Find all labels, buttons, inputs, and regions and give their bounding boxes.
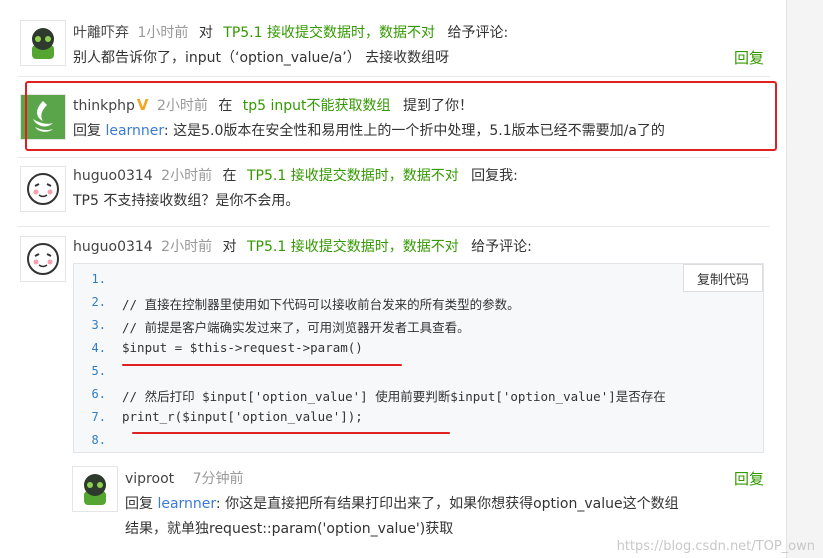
copy-code-button[interactable]: 复制代码 (683, 264, 763, 292)
avatar[interactable] (20, 236, 66, 282)
reply-prefix: 回复 (125, 496, 153, 512)
comment-item: huguo0314 2小时前 对 TP5.1 接收提交数据时，数据不对 给予评论… (18, 230, 770, 282)
page-scroll-gutter (786, 0, 823, 558)
comment-verb: 对 (222, 239, 237, 255)
annotation-underline (122, 364, 402, 366)
comment-username[interactable]: viproot (125, 471, 174, 487)
comment-time: 7分钟前 (192, 471, 244, 487)
comment-username[interactable]: huguo0314 (73, 239, 153, 255)
comment-body: TP5 不支持接收数组？是你不会用。 (73, 193, 300, 209)
cartoon-face-icon (27, 173, 59, 205)
divider (18, 76, 770, 77)
comment-body-text: : 你这是直接把所有结果打印出来了，如果你想获得option_value这个数组 (215, 496, 679, 512)
line-number: 5. (91, 364, 106, 378)
code-line: // 直接在控制器里使用如下代码可以接收前台发来的所有类型的参数。 (122, 297, 520, 312)
code-line: // 前提是客户端确实发过来了，可用浏览器开发者工具查看。 (122, 320, 470, 335)
line-number: 8. (91, 433, 106, 447)
comment-username[interactable]: 叶離吓弃 (73, 25, 129, 41)
comment-body-continued: 结果，就单独request::param('option_value')获取 (125, 521, 454, 537)
comment-time: 2小时前 (161, 239, 213, 255)
line-number: 7. (91, 410, 106, 424)
avatar[interactable] (20, 20, 66, 66)
code-line: // 然后打印 $input['option_value'] 使用前要判断$in… (122, 389, 666, 404)
comment-verb: 对 (198, 25, 213, 41)
avatar[interactable] (72, 466, 118, 512)
comment-topic-link[interactable]: TP5.1 接收提交数据时，数据不对 (247, 168, 459, 184)
comment-topic-link[interactable]: TP5.1 接收提交数据时，数据不对 (247, 239, 459, 255)
code-line: $input = $this->request->param() (122, 340, 363, 355)
android-robot-icon (32, 28, 54, 59)
line-number: 1. (91, 272, 106, 286)
reply-button[interactable]: 回复 (734, 47, 764, 68)
comment-time: 2小时前 (161, 168, 213, 184)
avatar[interactable] (20, 166, 66, 212)
comment-body: 回复 learnner: 你这是直接把所有结果打印出来了，如果你想获得optio… (125, 493, 679, 513)
comment-item: huguo0314 2小时前 在 TP5.1 接收提交数据时，数据不对 回复我:… (18, 160, 770, 215)
watermark: https://blog.csdn.net/TOP_own (616, 539, 815, 554)
comment-action: 给予评论: (447, 25, 509, 41)
comment-topic-link[interactable]: TP5.1 接收提交数据时，数据不对 (223, 25, 435, 41)
comment-action: 给予评论: (471, 239, 532, 255)
comment-verb: 在 (222, 168, 237, 184)
code-line: print_r($input['option_value']); (122, 409, 363, 424)
comment-item: 叶離吓弃 1小时前 对 TP5.1 接收提交数据时，数据不对 给予评论: 别人都… (18, 14, 770, 69)
annotation-underline (132, 432, 450, 434)
comment-time: 1小时前 (137, 25, 189, 41)
divider (18, 226, 770, 227)
cartoon-face-icon (27, 243, 59, 275)
line-number: 4. (91, 341, 106, 355)
comment-action: 回复我: (471, 168, 518, 184)
comment-body: 别人都告诉你了，input（‘option_value/a’） 去接收数组呀 (73, 50, 450, 66)
divider (18, 157, 770, 158)
mentioned-user-link[interactable]: learnner (157, 496, 215, 512)
line-number: 6. (91, 387, 106, 401)
android-robot-icon (84, 474, 106, 505)
line-number: 3. (91, 318, 106, 332)
reply-button[interactable]: 回复 (734, 468, 764, 489)
code-block: 复制代码 1. 2. 3. 4. 5. 6. 7. 8. // 直接在控制器里使… (73, 263, 764, 453)
highlight-box (25, 81, 777, 151)
comment-username[interactable]: huguo0314 (73, 168, 153, 184)
line-number: 2. (91, 295, 106, 309)
comment-item: viproot 7分钟前 回复 回复 learnner: 你这是直接把所有结果打… (70, 462, 770, 542)
